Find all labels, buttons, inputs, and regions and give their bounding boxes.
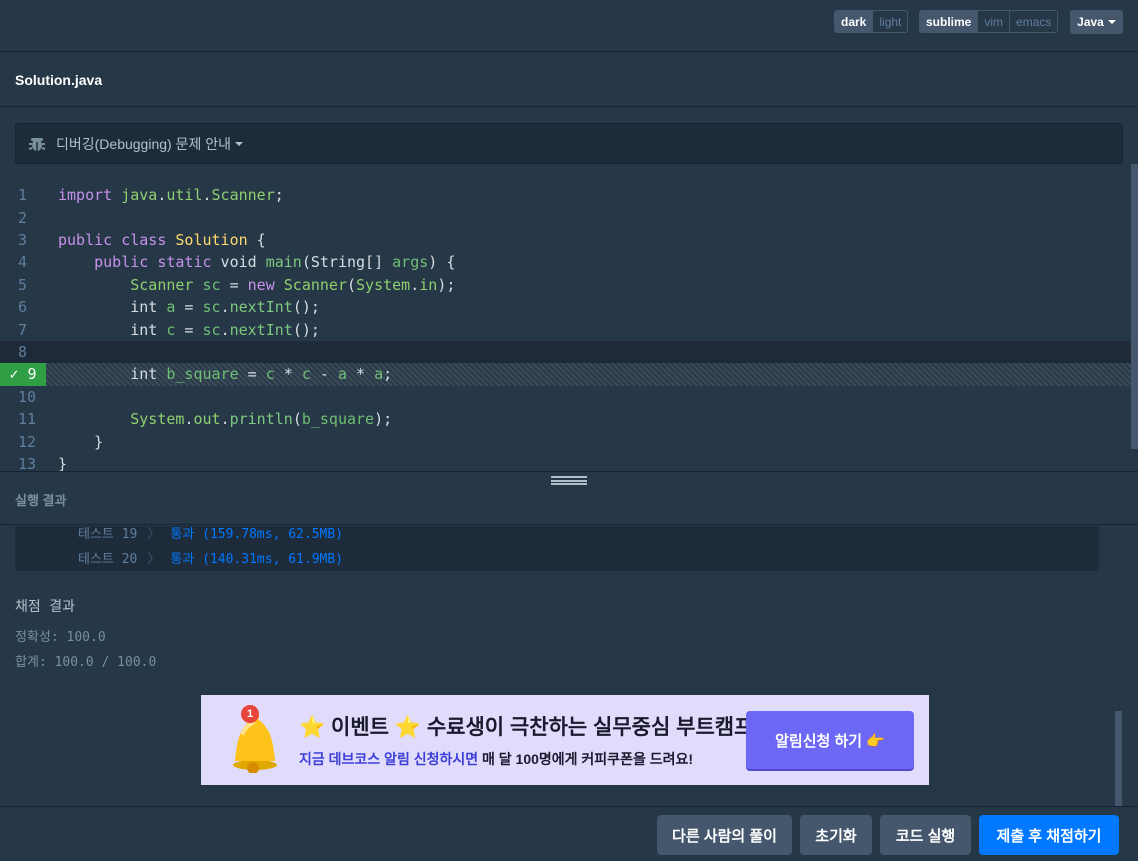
code-line: 6 int a = sc.nextInt(); — [0, 296, 1131, 318]
language-select[interactable]: Java — [1070, 10, 1123, 34]
code-line: 5 Scanner sc = new Scanner(System.in); — [0, 274, 1131, 296]
test-name: 테스트 20 — [78, 551, 138, 567]
line-number: 5 — [18, 275, 28, 294]
line-check-marker[interactable]: ✓ 9 — [0, 363, 46, 386]
test-result: 통과 (140.31ms, 61.9MB) — [170, 551, 344, 567]
line-number: 1 — [18, 186, 28, 205]
reset-button[interactable]: 초기화 — [800, 815, 872, 855]
code-line: 2 — [0, 206, 1131, 228]
score-title: 채점 결과 — [15, 599, 75, 615]
bug-icon — [28, 137, 46, 151]
code-line-active: 8 — [0, 340, 1131, 364]
top-toolbar: dark light sublime vim emacs Java — [0, 0, 1138, 52]
file-tab-bar: Solution.java — [0, 53, 1138, 107]
banner-title: ⭐ 이벤트 ⭐ 수료생이 극찬하는 실무중심 부트캠프 — [299, 711, 753, 741]
total-score: 합계: 100.0 / 100.0 — [15, 655, 157, 670]
keymap-emacs-button[interactable]: emacs — [1010, 11, 1058, 32]
results-scrollbar[interactable] — [1115, 711, 1122, 806]
code-text: } — [58, 454, 68, 472]
line-number: 4 — [18, 253, 28, 272]
line-number: 8 — [18, 342, 28, 361]
language-label: Java — [1077, 15, 1104, 29]
chevron-down-icon — [235, 141, 243, 146]
code-text: int c = sc.nextInt(); — [58, 320, 320, 339]
star-icon: ⭐ — [299, 716, 326, 739]
code-text: import java.util.Scanner; — [58, 186, 284, 205]
submit-button[interactable]: 제출 후 채점하기 — [979, 815, 1119, 855]
others-solutions-button[interactable]: 다른 사람의 풀이 — [657, 815, 792, 855]
line-number: 11 — [18, 410, 37, 429]
banner-title-suffix: 수료생이 극찬하는 실무중심 부트캠프 — [426, 716, 754, 739]
test-row: 테스트 19 〉 통과 (159.78ms, 62.5MB) — [78, 522, 343, 542]
code-text: } — [58, 432, 104, 451]
debugging-guide-dropdown[interactable]: 디버깅(Debugging) 문제 안내 — [15, 123, 1123, 164]
notify-signup-button[interactable]: 알림신청 하기 👉 — [746, 711, 914, 769]
code-text: public class Solution { — [58, 230, 266, 249]
code-text: Scanner sc = new Scanner(System.in); — [130, 275, 456, 294]
line-number: 13 — [18, 454, 37, 472]
test-results-table: 테스트 19 〉 통과 (159.78ms, 62.5MB) 테스트 20 〉 … — [15, 526, 1099, 571]
line-number: 7 — [18, 320, 28, 339]
code-text: System.out.println(b_square); — [130, 410, 393, 429]
panel-resizer: 실행 결과 — [0, 471, 1138, 525]
test-result: 통과 (159.78ms, 62.5MB) — [170, 526, 344, 542]
chevron-down-icon — [1107, 20, 1116, 24]
file-name[interactable]: Solution.java — [15, 72, 102, 88]
code-text: int a = sc.nextInt(); — [58, 298, 320, 317]
resize-handle-icon[interactable] — [551, 476, 587, 485]
code-line-highlighted: int b_square = c * c - a * a; — [0, 363, 1131, 386]
banner-subtitle-b: 매 달 100명에게 커피쿠폰을 드려요! — [482, 751, 694, 767]
accuracy-score: 정확성: 100.0 — [15, 630, 106, 645]
chevron-right-icon: 〉 — [147, 526, 161, 542]
code-line: 12 } — [0, 430, 1131, 452]
banner-title-prefix: 이벤트 — [331, 716, 389, 739]
code-line: 13 } — [0, 453, 1131, 472]
code-line: 10 — [0, 386, 1131, 408]
star-icon: ⭐ — [394, 716, 421, 739]
code-text: int b_square = c * c - a * a; — [58, 365, 393, 384]
guide-label: 디버깅(Debugging) 문제 안내 — [56, 135, 231, 152]
run-code-button[interactable]: 코드 실행 — [880, 815, 971, 855]
editor-scrollbar[interactable] — [1131, 164, 1138, 449]
test-row: 테스트 20 〉 통과 (140.31ms, 61.9MB) — [78, 547, 343, 567]
code-line: 3 public class Solution { — [0, 229, 1131, 251]
result-title: 실행 결과 — [15, 493, 67, 508]
chevron-right-icon: 〉 — [147, 551, 161, 567]
footer-actions: 다른 사람의 풀이 초기화 코드 실행 제출 후 채점하기 — [0, 806, 1138, 861]
code-editor[interactable]: 1 import java.util.Scanner; 2 3 public c… — [0, 182, 1131, 472]
theme-light-button[interactable]: light — [873, 11, 908, 32]
notification-badge: 1 — [241, 705, 259, 723]
banner-subtitle-a: 지금 데브코스 알림 신청하시면 — [299, 751, 479, 767]
banner-subtitle: 지금 데브코스 알림 신청하시면 매 달 100명에게 커피쿠폰을 드려요! — [299, 749, 693, 769]
line-number: 10 — [18, 387, 37, 406]
line-number: 6 — [18, 298, 28, 317]
keymap-vim-button[interactable]: vim — [978, 11, 1011, 32]
line-number: 3 — [18, 230, 28, 249]
theme-toggle: dark light — [834, 10, 909, 33]
theme-dark-button[interactable]: dark — [835, 11, 874, 32]
code-line: 4 public static void main(String[] args)… — [0, 251, 1131, 273]
code-line: 1 import java.util.Scanner; — [0, 184, 1131, 206]
promo-banner[interactable]: 1 ⭐ 이벤트 ⭐ 수료생이 극찬하는 실무중심 부트캠프 지금 데브코스 알림… — [201, 695, 929, 785]
line-number: 2 — [18, 208, 28, 227]
test-name: 테스트 19 — [78, 526, 138, 542]
keymap-sublime-button[interactable]: sublime — [920, 11, 979, 32]
keymap-toggle: sublime vim emacs — [919, 10, 1059, 33]
code-line: 7 int c = sc.nextInt(); — [0, 318, 1131, 340]
code-text: public static void main(String[] args) { — [94, 253, 456, 272]
code-line: 11 System.out.println(b_square); — [0, 408, 1131, 430]
line-number: 12 — [18, 432, 37, 451]
